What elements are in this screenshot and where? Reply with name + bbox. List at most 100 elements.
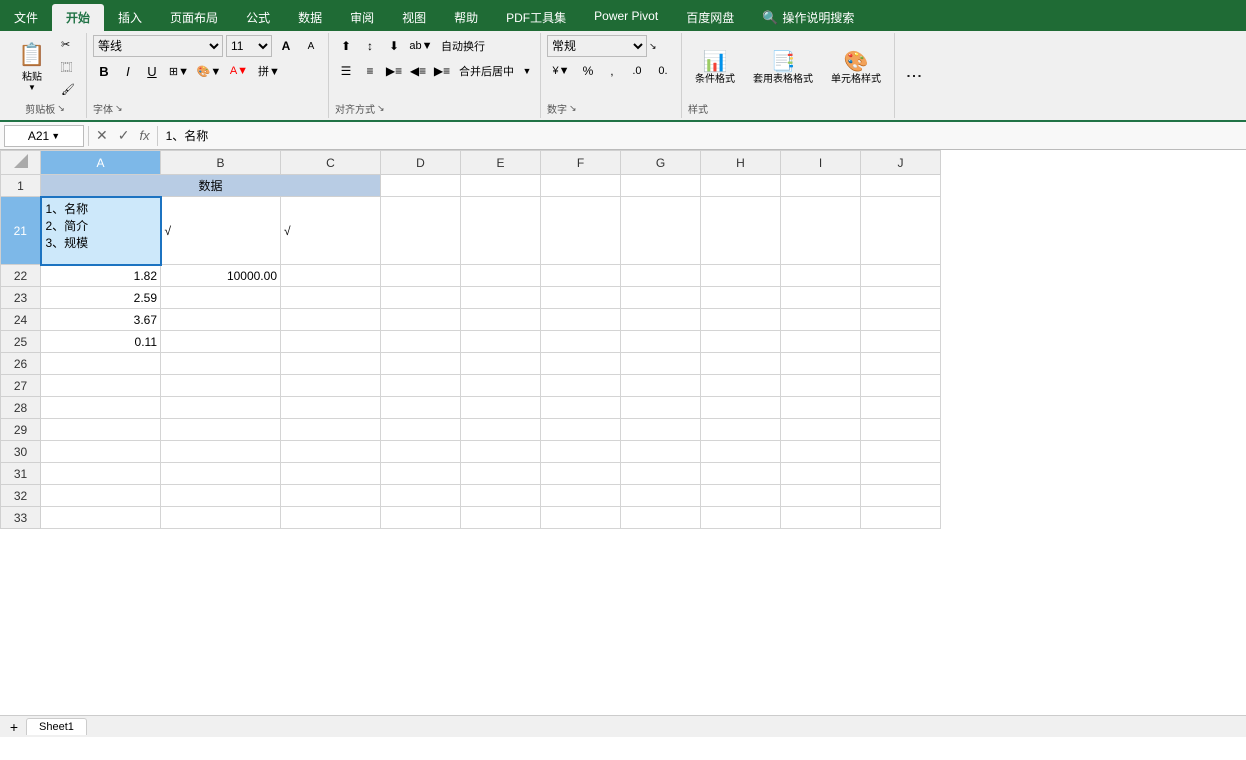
cell-g23[interactable] xyxy=(621,287,701,309)
cell-h21[interactable] xyxy=(701,197,781,265)
currency-button[interactable]: ¥▼ xyxy=(547,60,575,82)
cut-button[interactable]: ✂ xyxy=(56,35,80,54)
cell-d24[interactable] xyxy=(381,309,461,331)
cell-e1[interactable] xyxy=(461,175,541,197)
cell-b24[interactable] xyxy=(161,309,281,331)
row-header-23[interactable]: 23 xyxy=(1,287,41,309)
row-header-24[interactable]: 24 xyxy=(1,309,41,331)
cell-b21[interactable]: √ xyxy=(161,197,281,265)
italic-button[interactable]: I xyxy=(117,60,139,82)
cell-g1[interactable] xyxy=(621,175,701,197)
text-orientation-button[interactable]: ab▼ xyxy=(407,35,435,57)
tab-pdf[interactable]: PDF工具集 xyxy=(492,4,580,31)
align-left-button[interactable]: ☰ xyxy=(335,60,357,82)
tab-power-pivot[interactable]: Power Pivot xyxy=(580,4,672,31)
copy-button[interactable]: ⿴ xyxy=(56,56,80,78)
cell-c25[interactable] xyxy=(281,331,381,353)
increase-indent-button[interactable]: ▶≡ xyxy=(431,60,453,82)
col-header-j[interactable]: J xyxy=(861,151,941,175)
cell-b22[interactable]: 10000.00 xyxy=(161,265,281,287)
sheet-tab-1[interactable]: Sheet1 xyxy=(26,718,87,735)
wrap-text-button[interactable]: 自动换行 xyxy=(437,35,489,57)
col-header-h[interactable]: H xyxy=(701,151,781,175)
formula-function-icon[interactable]: fx xyxy=(136,126,152,145)
cell-d25[interactable] xyxy=(381,331,461,353)
cell-ref-dropdown[interactable]: ▼ xyxy=(51,131,60,141)
tab-search[interactable]: 🔍操作说明搜索 xyxy=(748,4,868,31)
tab-home[interactable]: 开始 xyxy=(52,4,104,31)
row-header-33[interactable]: 33 xyxy=(1,507,41,529)
formula-cancel-icon[interactable]: ✕ xyxy=(93,125,111,146)
cell-f21[interactable] xyxy=(541,197,621,265)
font-size-increase-button[interactable]: A xyxy=(275,35,297,57)
tab-help[interactable]: 帮助 xyxy=(440,4,492,31)
font-family-select[interactable]: 等线 xyxy=(93,35,223,57)
cell-i21[interactable] xyxy=(781,197,861,265)
special-format-button[interactable]: 拼▼ xyxy=(255,60,283,82)
col-header-a[interactable]: A xyxy=(41,151,161,175)
fill-color-button[interactable]: 🎨▼ xyxy=(195,60,223,82)
cell-j22[interactable] xyxy=(861,265,941,287)
cell-d22[interactable] xyxy=(381,265,461,287)
cell-d23[interactable] xyxy=(381,287,461,309)
add-sheet-button[interactable]: + xyxy=(4,718,24,736)
formula-confirm-icon[interactable]: ✓ xyxy=(115,125,133,146)
cell-a26[interactable] xyxy=(41,353,161,375)
cell-f25[interactable] xyxy=(541,331,621,353)
cell-i22[interactable] xyxy=(781,265,861,287)
row-header-28[interactable]: 28 xyxy=(1,397,41,419)
number-expand-inline[interactable]: ↘ xyxy=(649,41,657,52)
cell-e21[interactable] xyxy=(461,197,541,265)
cell-h1[interactable] xyxy=(701,175,781,197)
cell-a21[interactable]: 1、名称 2、简介 3、规模 xyxy=(41,197,161,265)
row-header-27[interactable]: 27 xyxy=(1,375,41,397)
col-header-g[interactable]: G xyxy=(621,151,701,175)
row-header-29[interactable]: 29 xyxy=(1,419,41,441)
cell-d1[interactable] xyxy=(381,175,461,197)
col-header-d[interactable]: D xyxy=(381,151,461,175)
cell-e24[interactable] xyxy=(461,309,541,331)
cell-g22[interactable] xyxy=(621,265,701,287)
cell-b23[interactable] xyxy=(161,287,281,309)
col-header-e[interactable]: E xyxy=(461,151,541,175)
col-header-b[interactable]: B xyxy=(161,151,281,175)
row-header-25[interactable]: 25 xyxy=(1,331,41,353)
decrease-indent-button[interactable]: ◀≡ xyxy=(407,60,429,82)
cell-b25[interactable] xyxy=(161,331,281,353)
cell-reference-box[interactable]: A21 ▼ xyxy=(4,125,84,147)
cell-a25[interactable]: 0.11 xyxy=(41,331,161,353)
cell-i1[interactable] xyxy=(781,175,861,197)
cell-a22[interactable]: 1.82 xyxy=(41,265,161,287)
bold-button[interactable]: B xyxy=(93,60,115,82)
col-header-f[interactable]: F xyxy=(541,151,621,175)
cell-c21[interactable]: √ xyxy=(281,197,381,265)
tab-insert[interactable]: 插入 xyxy=(104,4,156,31)
paste-button[interactable]: 📋 粘贴 ▼ xyxy=(10,37,54,97)
percent-button[interactable]: % xyxy=(577,60,599,82)
align-bottom-button[interactable]: ⬇ xyxy=(383,35,405,57)
tab-review[interactable]: 审阅 xyxy=(336,4,388,31)
merge-center-button[interactable]: 合并后居中 xyxy=(455,60,518,82)
cell-j23[interactable] xyxy=(861,287,941,309)
row-header-32[interactable]: 32 xyxy=(1,485,41,507)
cell-j24[interactable] xyxy=(861,309,941,331)
tab-file[interactable]: 文件 xyxy=(0,4,52,31)
cell-j25[interactable] xyxy=(861,331,941,353)
tab-page-layout[interactable]: 页面布局 xyxy=(156,4,232,31)
underline-button[interactable]: U xyxy=(141,60,163,82)
align-middle-button[interactable]: ↕ xyxy=(359,35,381,57)
decrease-decimal-button[interactable]: 0. xyxy=(651,60,675,82)
conditional-format-button[interactable]: 📊 条件格式 xyxy=(688,38,742,98)
number-expand-icon[interactable]: ↘ xyxy=(569,103,577,114)
font-color-button[interactable]: A▼ xyxy=(225,60,253,82)
col-header-c[interactable]: C xyxy=(281,151,381,175)
col-header-i[interactable]: I xyxy=(781,151,861,175)
row-header-1[interactable]: 1 xyxy=(1,175,41,197)
cell-h22[interactable] xyxy=(701,265,781,287)
cell-e25[interactable] xyxy=(461,331,541,353)
cell-c22[interactable] xyxy=(281,265,381,287)
cell-f1[interactable] xyxy=(541,175,621,197)
cell-i25[interactable] xyxy=(781,331,861,353)
cell-a24[interactable]: 3.67 xyxy=(41,309,161,331)
cell-a23[interactable]: 2.59 xyxy=(41,287,161,309)
